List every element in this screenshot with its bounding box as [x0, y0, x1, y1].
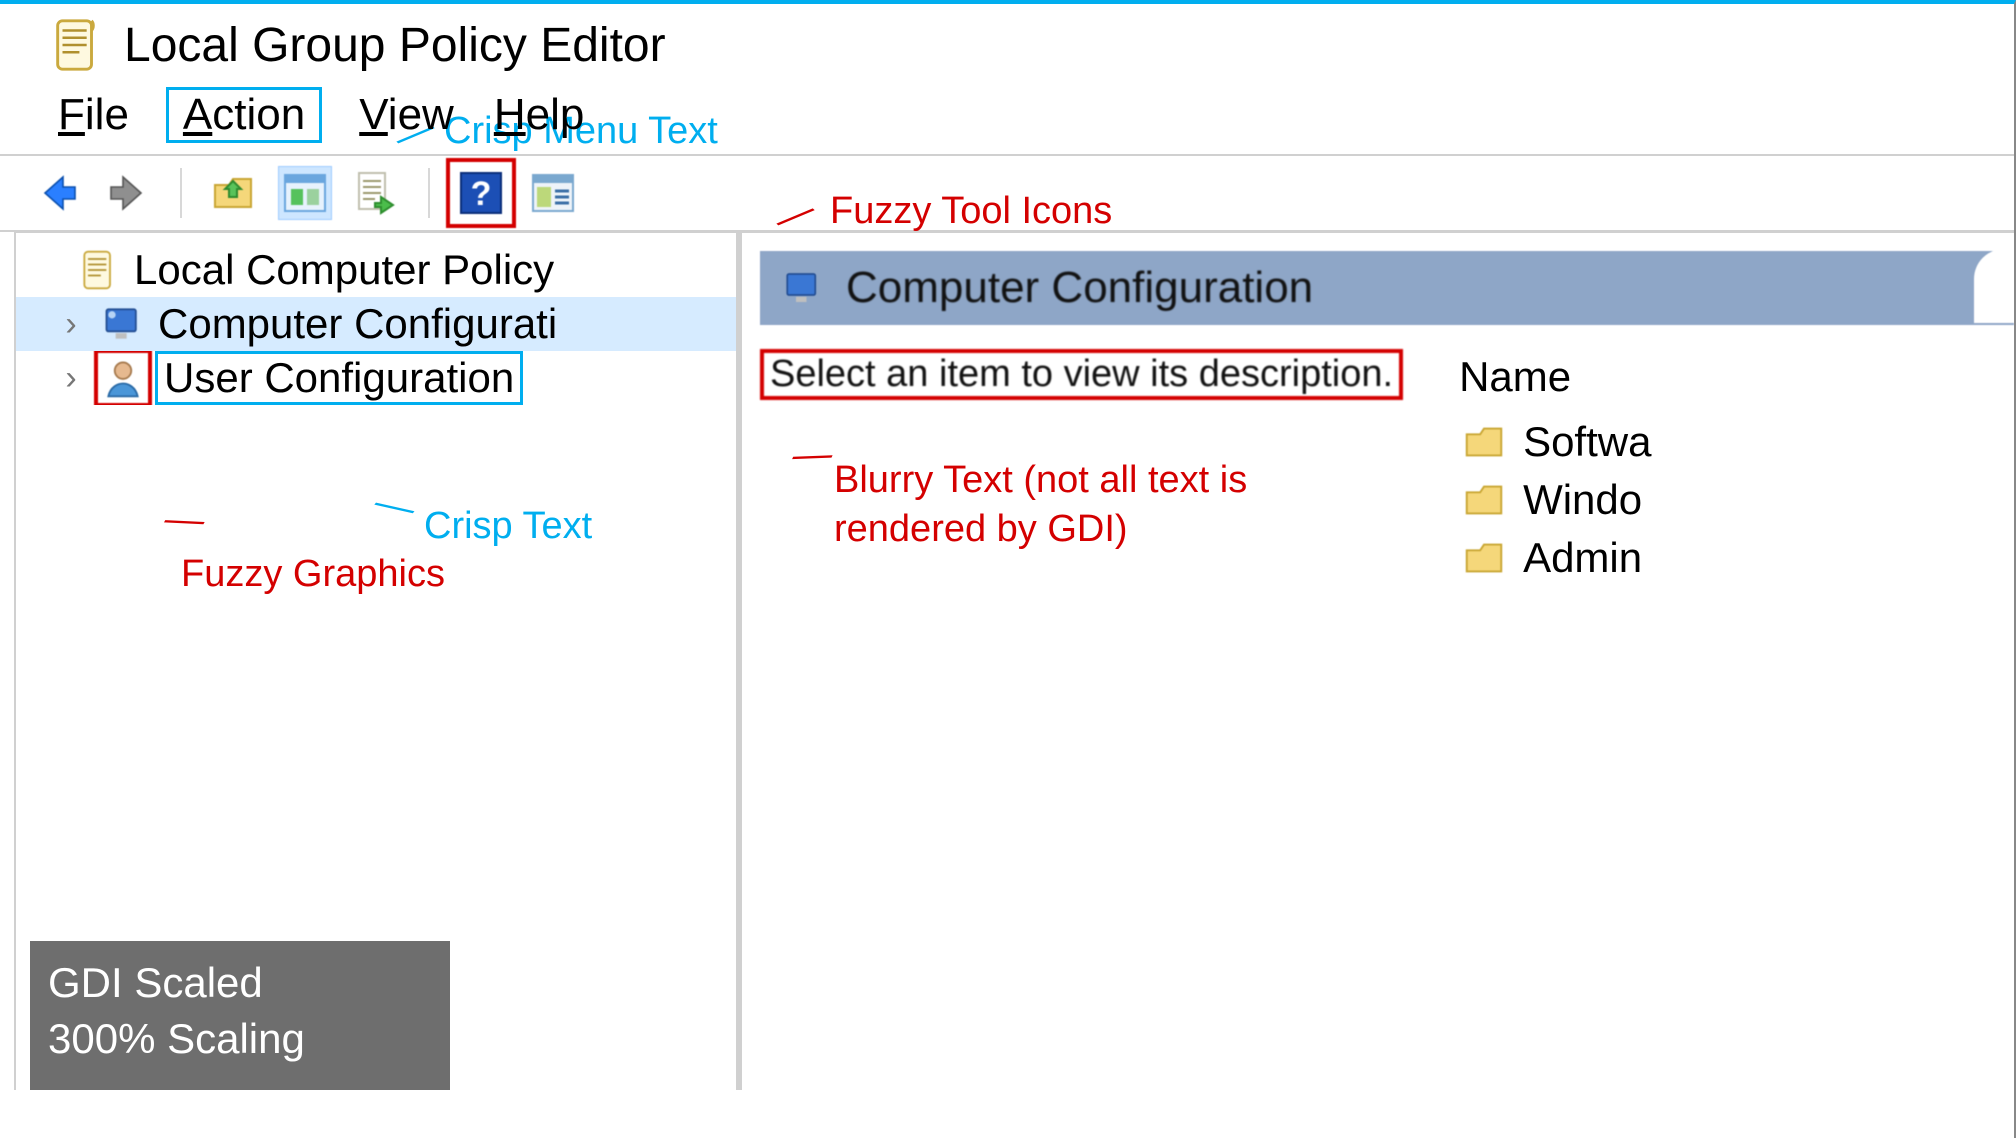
annotation-crisp-text: Crisp Text — [424, 505, 592, 548]
svg-text:?: ? — [471, 175, 492, 213]
tree: Local Computer Policy › Computer Configu… — [16, 243, 736, 405]
app-icon — [48, 16, 106, 74]
back-button[interactable] — [30, 166, 84, 220]
toolbar-separator — [428, 168, 430, 218]
description-column: Select an item to view its description. … — [764, 353, 1399, 587]
folder-icon — [1459, 417, 1509, 467]
list-item-label: Softwa — [1523, 418, 1651, 466]
details-header: Computer Configuration — [760, 251, 2014, 325]
details-header-text: Computer Configuration — [846, 263, 1313, 313]
tree-item-computer-config[interactable]: › Computer Configurati — [16, 297, 736, 351]
tree-pane: Local Computer Policy › Computer Configu… — [14, 232, 742, 1090]
menu-action[interactable]: Action — [169, 90, 319, 140]
caption-box: GDI Scaled 300% Scaling — [30, 941, 450, 1090]
user-config-icon — [98, 353, 148, 403]
details-pane: Computer Configuration Select an item to… — [742, 232, 2014, 1090]
export-list-button[interactable] — [350, 166, 404, 220]
tree-item-label: User Configuration — [158, 354, 520, 402]
help-button[interactable]: ? — [454, 166, 508, 220]
description-text: Select an item to view its description. — [764, 353, 1399, 396]
toolbar-separator — [180, 168, 182, 218]
list-item-label: Windo — [1523, 476, 1642, 524]
window-title: Local Group Policy Editor — [124, 18, 666, 73]
show-hide-tree-button[interactable] — [526, 166, 580, 220]
policy-icon — [74, 245, 124, 295]
tree-root-label: Local Computer Policy — [134, 246, 554, 294]
chevron-right-icon[interactable]: › — [54, 305, 88, 344]
chevron-right-icon[interactable]: › — [54, 359, 88, 398]
computer-config-icon — [780, 265, 826, 311]
list-column: Name Softwa Windo A — [1459, 353, 2014, 587]
folder-icon — [1459, 475, 1509, 525]
folder-icon — [1459, 533, 1509, 583]
list-item[interactable]: Softwa — [1459, 413, 2014, 471]
tree-root[interactable]: Local Computer Policy — [16, 243, 736, 297]
list-item-label: Admin — [1523, 534, 1642, 582]
column-header-name[interactable]: Name — [1459, 353, 2014, 413]
tree-item-user-config[interactable]: › User Configuration — [16, 351, 736, 405]
menu-file[interactable]: File — [58, 90, 129, 140]
caption-line1: GDI Scaled — [48, 955, 432, 1012]
up-folder-button[interactable] — [206, 166, 260, 220]
annotation-fuzzy-graphics: Fuzzy Graphics — [181, 553, 445, 596]
properties-button[interactable] — [278, 166, 332, 220]
caption-line2: 300% Scaling — [48, 1011, 432, 1068]
annotation-tick: ╲ — [165, 506, 204, 539]
annotation-tick: ╲ — [793, 442, 832, 473]
list-item[interactable]: Admin — [1459, 529, 2014, 587]
list-item[interactable]: Windo — [1459, 471, 2014, 529]
annotation-tick: ╲ — [376, 490, 414, 526]
menu-view[interactable]: View — [359, 90, 454, 140]
computer-config-icon — [98, 299, 148, 349]
details-body: Select an item to view its description. … — [742, 325, 2014, 587]
menu-help[interactable]: Help — [494, 90, 585, 140]
tree-item-label: Computer Configurati — [158, 300, 557, 348]
annotation-fuzzy-icons: Fuzzy Tool Icons — [830, 190, 1112, 233]
title-bar: Local Group Policy Editor — [0, 4, 2014, 86]
main-area: Local Computer Policy › Computer Configu… — [0, 232, 2014, 1090]
menu-bar: File Action View Help — [0, 86, 2014, 154]
annotation-blurry-text: Blurry Text (not all text is rendered by… — [834, 456, 1394, 555]
forward-button[interactable] — [102, 166, 156, 220]
